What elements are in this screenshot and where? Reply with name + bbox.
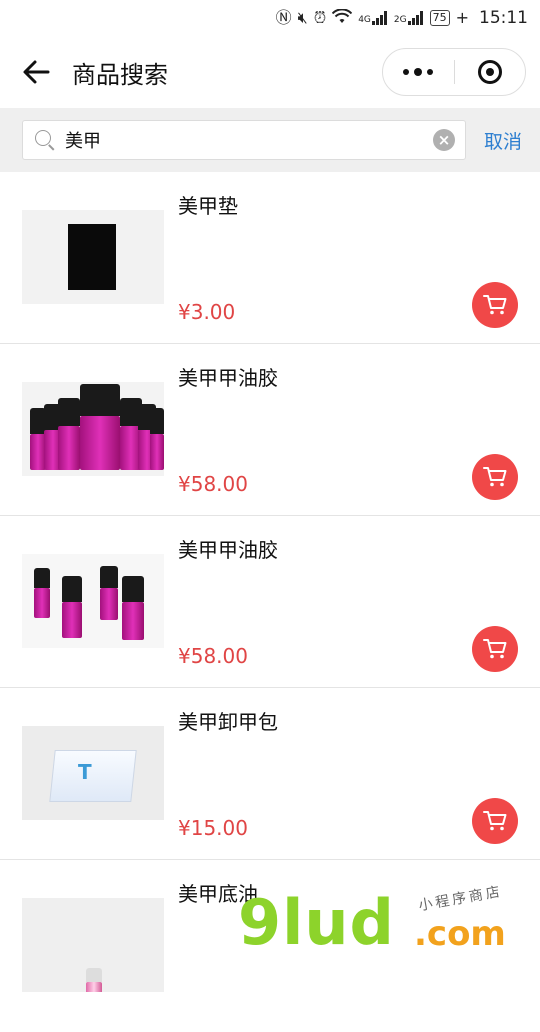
more-dot [414,68,423,76]
cart-icon [483,639,507,659]
add-to-cart-button[interactable] [472,798,518,844]
cart-icon [483,467,507,487]
status-bar: Ⓝ 🔇︎ ⏰︎ 4G 2G 75 + 15:11 [0,0,540,36]
product-item[interactable]: T 美甲卸甲包 ¥15.00 [0,688,540,860]
search-input[interactable] [65,129,433,151]
product-name: 美甲底油 [178,882,258,906]
product-image[interactable] [22,898,164,992]
cart-icon [483,295,507,315]
wifi-icon [331,7,353,28]
alarm-icon: ⏰︎ [313,8,327,27]
add-to-cart-button[interactable] [472,282,518,328]
nav-header: 商品搜索 [0,36,540,108]
product-image[interactable] [22,210,164,304]
clear-icon[interactable]: × [433,129,455,151]
nfc-icon: Ⓝ [275,8,292,27]
product-item[interactable]: 美甲甲油胶 ¥58.00 [0,516,540,688]
cancel-button[interactable]: 取消 [484,127,522,154]
product-item[interactable]: 美甲甲油胶 ¥58.00 [0,344,540,516]
arrow-left-icon [23,60,50,84]
mute-icon: 🔇︎ [297,8,308,27]
add-to-cart-button[interactable] [472,626,518,672]
page-title: 商品搜索 [72,60,168,89]
product-price: ¥15.00 [178,816,248,840]
product-item[interactable]: 美甲垫 ¥3.00 [0,172,540,344]
product-image[interactable] [22,554,164,648]
more-dot [403,69,410,75]
product-name: 美甲卸甲包 [178,710,278,734]
back-button[interactable] [0,36,72,108]
signal-2g-icon: 2G [394,11,424,25]
battery-level: 75 [432,11,447,24]
more-dot [427,69,434,75]
miniprogram-capsule [382,48,526,96]
product-price: ¥58.00 [178,644,248,668]
search-bar: × 取消 [0,108,540,172]
product-list: 美甲垫 ¥3.00 美甲甲油胶 ¥58.00 美甲甲油胶 ¥58.00 T 美甲… [0,172,540,1032]
product-name: 美甲垫 [178,194,238,218]
signal-4g-icon: 4G [358,11,388,25]
product-name: 美甲甲油胶 [178,538,278,562]
target-icon [477,60,502,84]
product-image[interactable]: T [22,726,164,820]
add-to-cart-button[interactable] [472,454,518,500]
charging-icon: + [455,8,469,27]
product-item[interactable]: 美甲底油 [0,860,540,1032]
cart-icon [483,811,507,831]
network-type-label: 2G [393,15,407,25]
more-button[interactable] [383,68,454,76]
product-name: 美甲甲油胶 [178,366,278,390]
battery-indicator: 75 [429,10,450,26]
product-image[interactable] [22,382,164,476]
clock: 15:11 [479,8,528,28]
network-type-label: 4G [358,15,371,25]
search-icon [35,130,55,151]
search-box[interactable]: × [22,120,466,160]
close-miniprogram-button[interactable] [455,60,526,84]
product-price: ¥58.00 [178,472,248,496]
product-price: ¥3.00 [178,300,236,324]
